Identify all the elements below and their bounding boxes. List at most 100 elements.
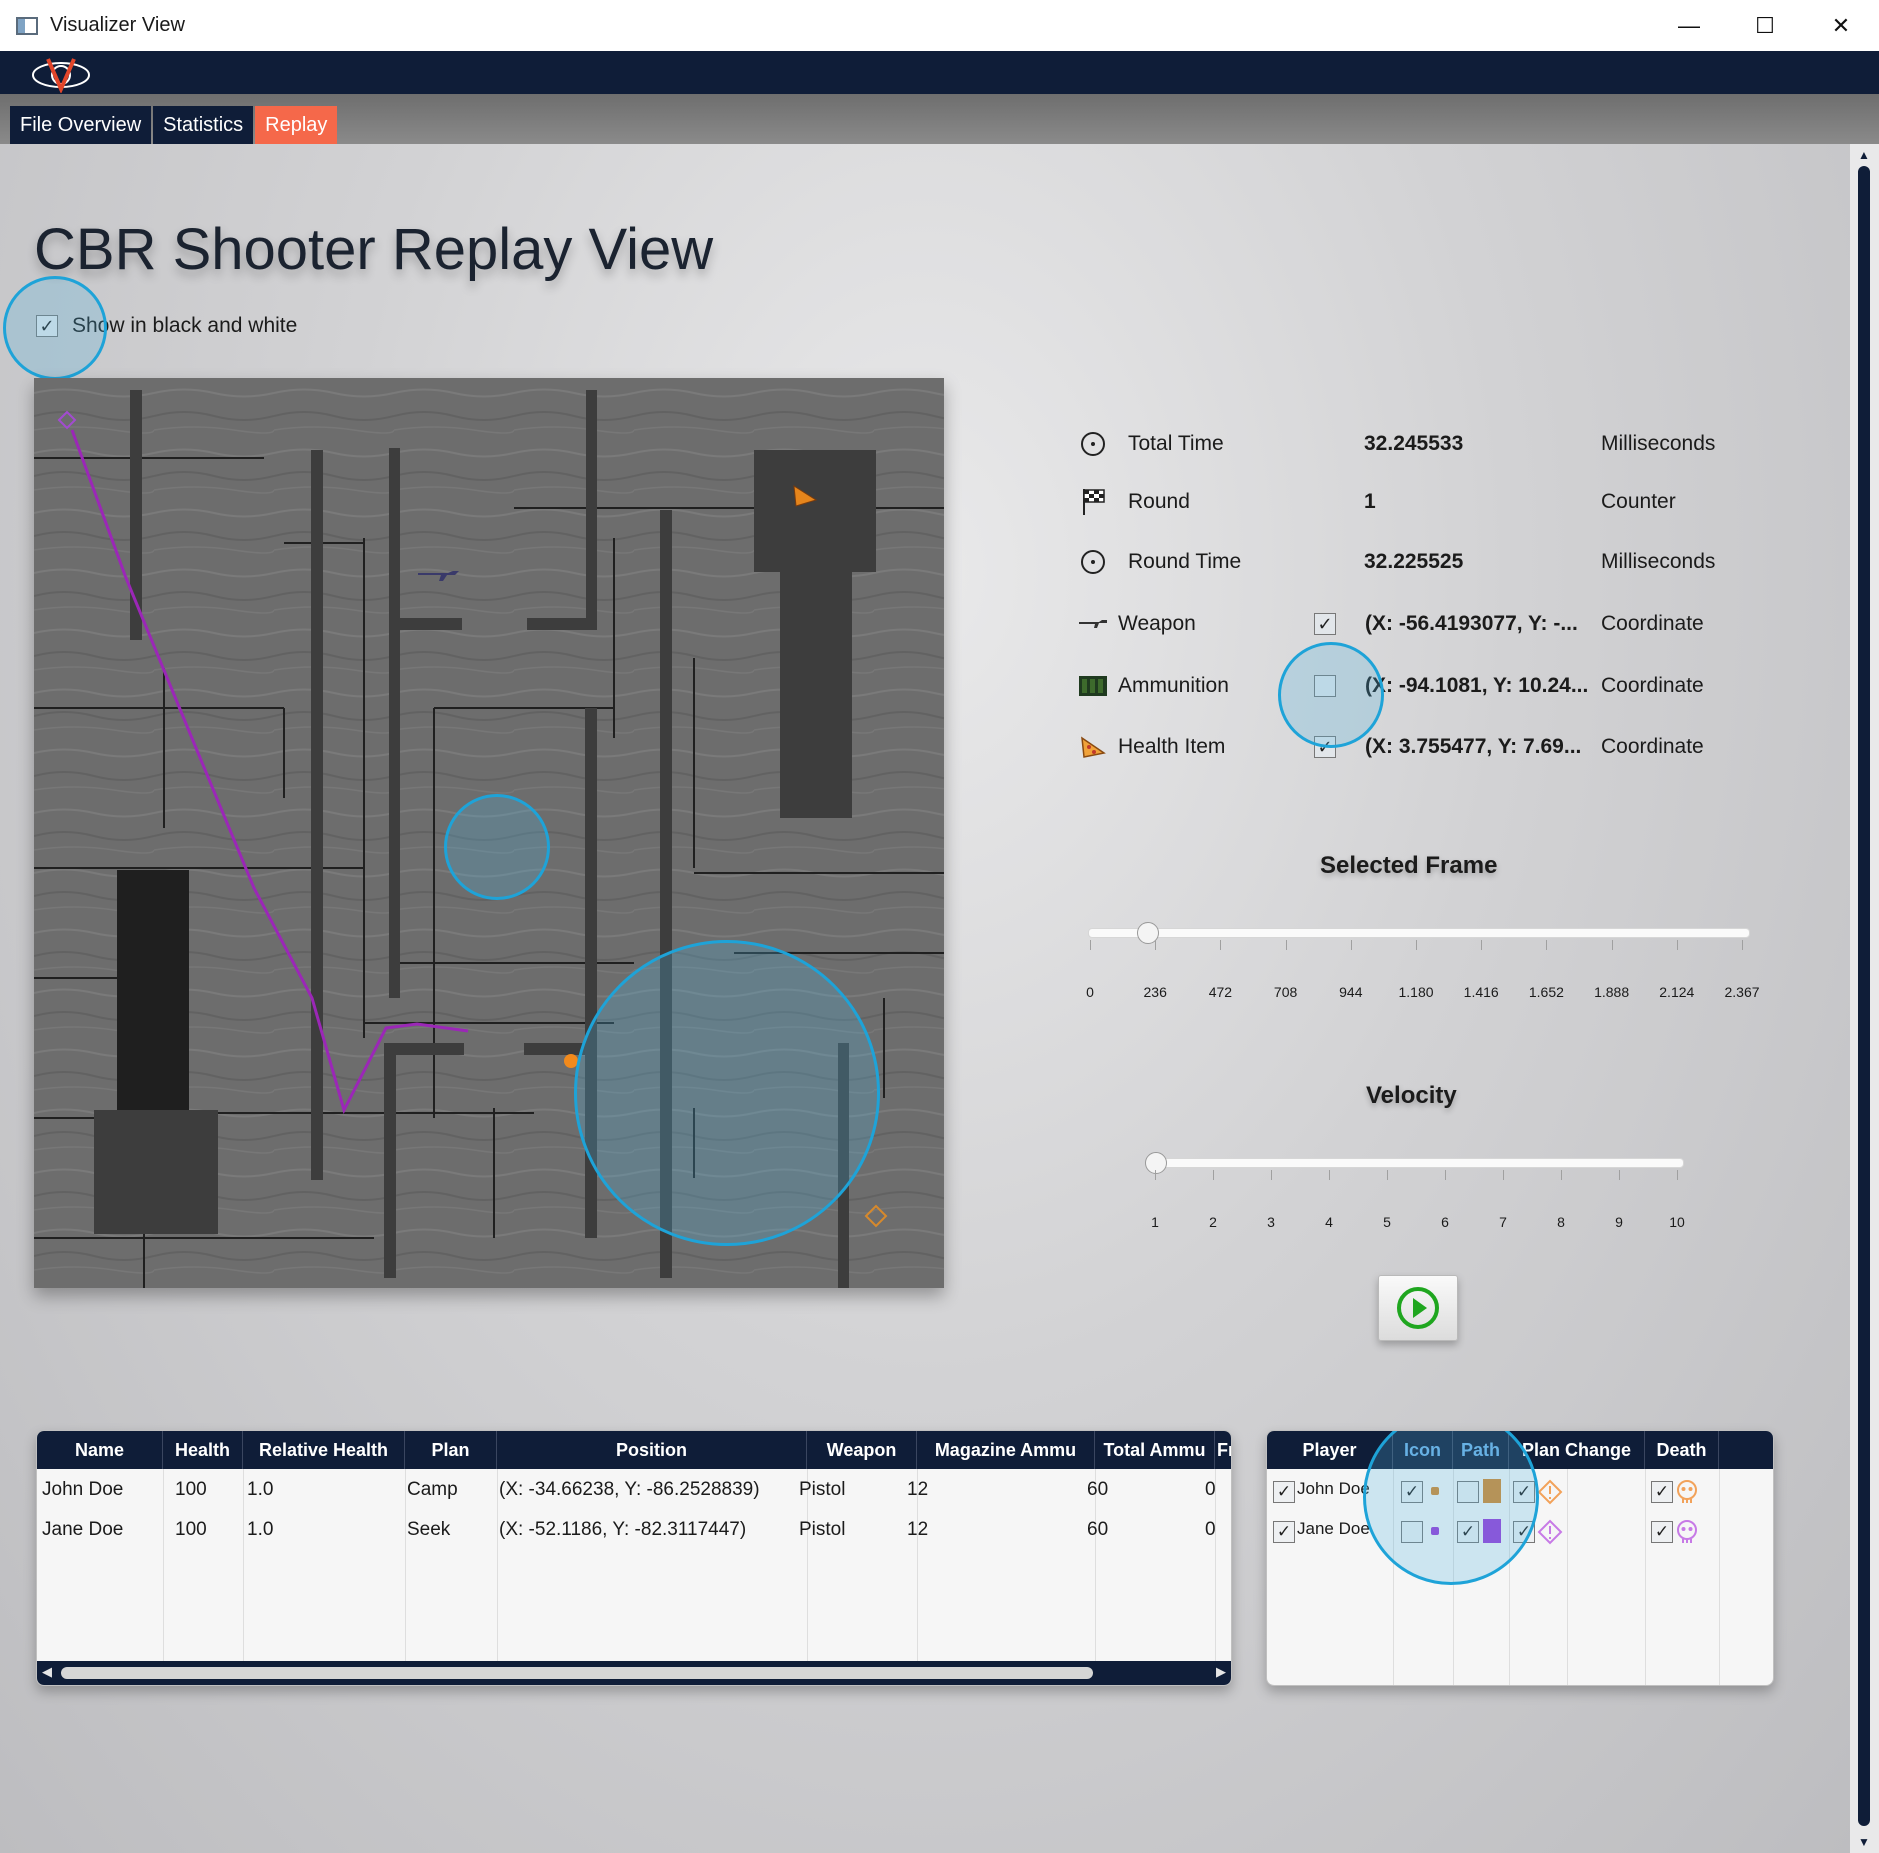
plan-change-icon [1537, 1479, 1563, 1505]
velocity-tick [1619, 1170, 1620, 1180]
ammunition-checkbox[interactable] [1314, 675, 1336, 697]
col-health[interactable]: Health [163, 1431, 243, 1469]
player-icon-swatch [1431, 1487, 1439, 1495]
brand-bar [0, 51, 1879, 94]
weapon-checkbox[interactable]: ✓ [1314, 613, 1336, 635]
cell-plan: Seek [407, 1519, 451, 1540]
velocity-tick-label: 2 [1209, 1214, 1217, 1230]
icon-checkbox[interactable]: ✓ [1401, 1481, 1423, 1503]
selected-frame-tick [1155, 940, 1157, 950]
velocity-tick [1677, 1170, 1678, 1180]
scroll-up-arrow[interactable]: ▲ [1858, 148, 1870, 162]
play-button[interactable] [1378, 1275, 1458, 1341]
health-item-label: Health Item [1118, 735, 1226, 758]
death-checkbox[interactable]: ✓ [1651, 1481, 1673, 1503]
path-color-swatch[interactable] [1483, 1479, 1501, 1503]
selected-frame-tick-label: 944 [1339, 984, 1363, 1000]
cell-total-ammu: 60 [1087, 1479, 1109, 1500]
map-dark-pillar [117, 870, 189, 1110]
minimize-button[interactable]: — [1651, 0, 1727, 51]
selected-frame-tick-label: 236 [1143, 984, 1167, 1000]
col-path[interactable]: Path [1453, 1431, 1509, 1469]
col-name[interactable]: Name [37, 1431, 163, 1469]
col-total-ammu[interactable]: Total Ammu [1095, 1431, 1215, 1469]
scroll-left-arrow[interactable]: ◀ [42, 1664, 52, 1680]
path-color-swatch[interactable] [1483, 1519, 1501, 1543]
player-visible-checkbox[interactable]: ✓ [1273, 1481, 1295, 1503]
close-button[interactable]: ✕ [1803, 0, 1879, 51]
player-visible-checkbox[interactable]: ✓ [1273, 1521, 1295, 1543]
selected-frame-tick-label: 472 [1208, 984, 1233, 1000]
health-item-unit: Coordinate [1601, 735, 1704, 758]
total-time-unit: Milliseconds [1601, 432, 1716, 455]
bw-checkbox-label: Show in black and white [72, 314, 298, 337]
selected-frame-tick [1611, 940, 1613, 950]
icon-checkbox[interactable] [1401, 1521, 1423, 1543]
col-position[interactable]: Position [497, 1431, 807, 1469]
col-death[interactable]: Death [1645, 1431, 1719, 1469]
path-checkbox[interactable] [1457, 1481, 1479, 1503]
velocity-tick [1387, 1170, 1388, 1180]
horizontal-scrollbar[interactable]: ◀ ▶ [37, 1661, 1231, 1685]
selected-frame-tick [1676, 940, 1678, 950]
velocity-tick-label: 1 [1151, 1214, 1159, 1230]
col-plan-change[interactable]: Plan Change [1509, 1431, 1645, 1469]
skull-icon [1677, 1520, 1697, 1543]
tab-replay[interactable]: Replay [255, 106, 338, 144]
tab-file-overview[interactable]: File Overview [10, 106, 152, 144]
selected-frame-slider-track[interactable] [1088, 928, 1750, 938]
selected-frame-title: Selected Frame [1320, 852, 1498, 879]
vertical-scroll-thumb[interactable] [1858, 166, 1870, 1826]
path-checkbox[interactable]: ✓ [1457, 1521, 1479, 1543]
selected-frame-tick [1481, 940, 1483, 950]
app-icon [16, 16, 38, 35]
velocity-slider-track[interactable] [1148, 1158, 1684, 1168]
plan-change-checkbox[interactable]: ✓ [1513, 1481, 1535, 1503]
selected-frame-tick-label: 1.888 [1594, 984, 1630, 1000]
ammunition-value: (X: -94.1081, Y: 10.24... [1365, 674, 1589, 697]
clock-icon [1078, 547, 1108, 577]
scroll-down-arrow[interactable]: ▼ [1858, 1835, 1870, 1849]
col-relative-health[interactable]: Relative Health [243, 1431, 405, 1469]
death-checkbox[interactable]: ✓ [1651, 1521, 1673, 1543]
col-player[interactable]: Player [1267, 1431, 1393, 1469]
col-fr[interactable]: Fr [1215, 1431, 1231, 1469]
round-time-value: 32.225525 [1364, 550, 1464, 573]
health-item-value: (X: 3.755477, Y: 7.69... [1365, 735, 1582, 758]
col-icon[interactable]: Icon [1393, 1431, 1453, 1469]
plan-change-checkbox[interactable]: ✓ [1513, 1521, 1535, 1543]
round-unit: Counter [1601, 490, 1676, 513]
cell-name: John Doe [42, 1479, 124, 1500]
ammunition-row: Ammunition (X: -94.1081, Y: 10.24... Coo… [1078, 666, 1778, 706]
col-magazine-ammu[interactable]: Magazine Ammu [917, 1431, 1095, 1469]
scroll-right-arrow[interactable]: ▶ [1216, 1664, 1226, 1680]
tab-statistics[interactable]: Statistics [153, 106, 254, 144]
velocity-tick-label: 5 [1383, 1214, 1391, 1230]
vertical-scrollbar[interactable]: ▲ ▼ [1850, 144, 1879, 1853]
selected-frame-tick-label: 0 [1086, 984, 1094, 1000]
play-icon [1397, 1287, 1439, 1329]
total-time-value: 32.245533 [1364, 432, 1464, 455]
velocity-slider-thumb[interactable] [1145, 1152, 1167, 1174]
bw-checkbox[interactable]: ✓ [36, 315, 58, 337]
col-plan[interactable]: Plan [405, 1431, 497, 1469]
player-marker [564, 1054, 578, 1068]
velocity-tick [1329, 1170, 1330, 1180]
velocity-tick-label: 9 [1615, 1214, 1623, 1230]
col-weapon[interactable]: Weapon [807, 1431, 917, 1469]
velocity-tick [1271, 1170, 1272, 1180]
page-title: CBR Shooter Replay View [34, 217, 714, 282]
replay-map[interactable] [34, 378, 944, 1288]
replay-content: CBR Shooter Replay View ✓ Show in black … [0, 144, 1850, 1853]
pizza-icon [1078, 732, 1108, 762]
health-item-checkbox[interactable]: ✓ [1314, 736, 1336, 758]
weapon-row: Weapon ✓ (X: -56.4193077, Y: -... Coordi… [1078, 604, 1778, 644]
legend-player-name: Jane Doe [1297, 1519, 1370, 1538]
maximize-button[interactable]: ☐ [1727, 0, 1803, 51]
round-time-row: Round Time 32.225525 Milliseconds [1078, 542, 1778, 582]
round-row: Round 1 Counter [1078, 482, 1778, 522]
cell-total-ammu: 60 [1087, 1519, 1109, 1540]
selected-frame-tick-label: 2.367 [1724, 984, 1760, 1000]
cell-health: 100 [175, 1479, 207, 1500]
horizontal-scroll-thumb[interactable] [61, 1667, 1093, 1679]
